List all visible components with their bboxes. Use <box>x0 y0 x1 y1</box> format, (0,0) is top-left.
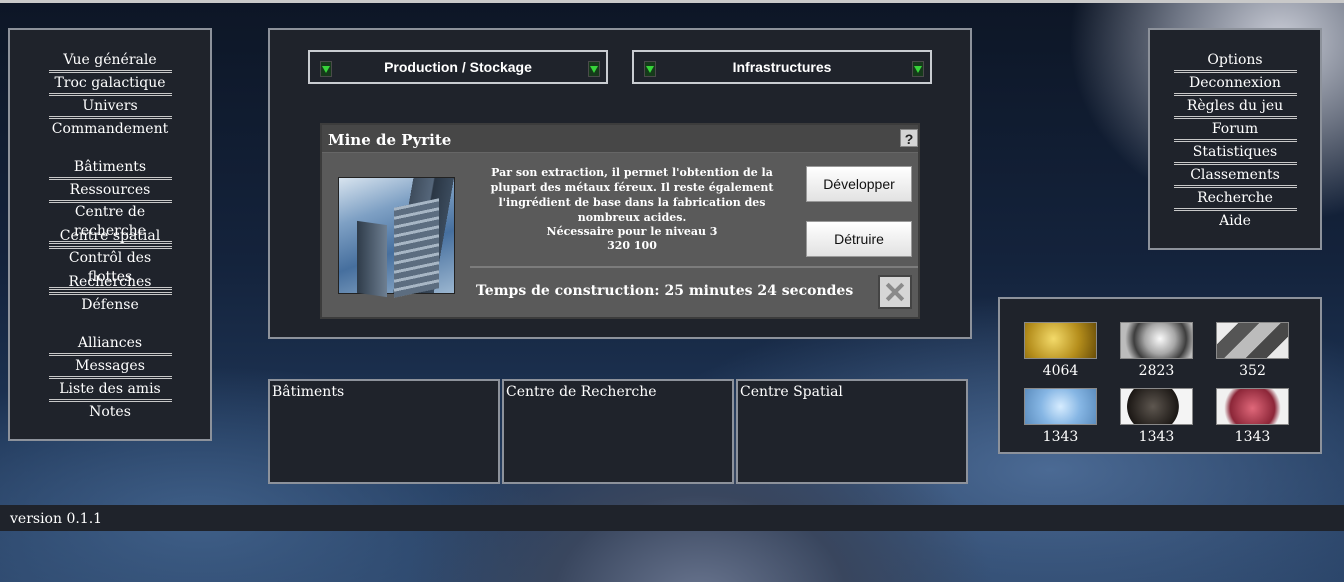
left-navigation: Vue générale Troc galactique Univers Com… <box>8 28 212 441</box>
dropdown-label: Production / Stockage <box>384 59 532 75</box>
queue-title: Bâtiments <box>272 384 345 400</box>
nav-recherche[interactable]: Recherche <box>1150 188 1320 211</box>
nav-controle-des-flottes[interactable]: Contrôl des flottes <box>10 249 210 290</box>
queue-centre-de-recherche: Centre de Recherche <box>502 379 734 484</box>
nav-centre-spatial[interactable]: Centre spatial <box>10 226 210 249</box>
nav-alliances[interactable]: Alliances <box>10 333 210 356</box>
resources-panel: 4064 2823 352 1343 1343 1343 <box>998 297 1322 454</box>
resource-coal: 1343 <box>1119 388 1194 445</box>
nav-commandement[interactable]: Commandement <box>10 119 210 142</box>
resource-silver: 2823 <box>1119 322 1194 379</box>
queue-title: Centre de Recherche <box>506 384 657 400</box>
resource-crystal: 1343 <box>1023 388 1098 445</box>
dropdown-arrow-icon <box>320 61 332 77</box>
nav-troc-galactique[interactable]: Troc galactique <box>10 73 210 96</box>
develop-button[interactable]: Développer <box>806 166 912 202</box>
queue-batiments: Bâtiments <box>268 379 500 484</box>
nav-recherches[interactable]: Recherches <box>10 272 210 295</box>
help-icon[interactable]: ? <box>900 129 918 147</box>
nav-statistiques[interactable]: Statistiques <box>1150 142 1320 165</box>
building-title: Mine de Pyrite <box>322 125 918 153</box>
coal-icon <box>1120 388 1193 425</box>
nav-deconnexion[interactable]: Deconnexion <box>1150 73 1320 96</box>
nav-gap <box>10 142 210 157</box>
nav-batiments[interactable]: Bâtiments <box>10 157 210 180</box>
gold-ore-icon <box>1024 322 1097 359</box>
queue-title: Centre Spatial <box>740 384 843 400</box>
cancel-icon[interactable] <box>878 275 912 309</box>
top-border <box>0 0 1344 3</box>
resource-value: 4064 <box>1042 363 1079 379</box>
nav-regles-du-jeu[interactable]: Règles du jeu <box>1150 96 1320 119</box>
right-navigation: Options Deconnexion Règles du jeu Forum … <box>1148 28 1322 250</box>
building-description: Par son extraction, il permet l'obtentio… <box>490 166 774 224</box>
nav-messages[interactable]: Messages <box>10 356 210 379</box>
resource-ruby: 1343 <box>1215 388 1290 445</box>
destroy-button[interactable]: Détruire <box>806 221 912 257</box>
resource-value: 1343 <box>1138 429 1175 445</box>
nav-options[interactable]: Options <box>1150 50 1320 73</box>
nav-ressources[interactable]: Ressources <box>10 180 210 203</box>
nav-notes[interactable]: Notes <box>10 402 210 425</box>
dropdown-arrow-icon <box>644 61 656 77</box>
requirement-label: Nécessaire pour le niveau 3 <box>546 225 718 238</box>
construction-time: Temps de construction: 25 minutes 24 sec… <box>476 283 854 299</box>
resource-gold: 4064 <box>1023 322 1098 379</box>
production-dropdown[interactable]: Production / Stockage <box>308 50 608 84</box>
queue-centre-spatial: Centre Spatial <box>736 379 968 484</box>
divider <box>470 266 918 268</box>
building-requirement: Nécessaire pour le niveau 3 320 100 <box>472 225 792 253</box>
nav-classements[interactable]: Classements <box>1150 165 1320 188</box>
resource-value: 352 <box>1239 363 1266 379</box>
version-bar: version 0.1.1 <box>0 505 1344 531</box>
nav-forum[interactable]: Forum <box>1150 119 1320 142</box>
nav-liste-des-amis[interactable]: Liste des amis <box>10 379 210 402</box>
resource-value: 1343 <box>1042 429 1079 445</box>
infrastructures-dropdown[interactable]: Infrastructures <box>632 50 932 84</box>
building-card: Mine de Pyrite ? Par son extraction, il … <box>320 123 920 319</box>
nav-centre-de-recherche[interactable]: Centre de recherche <box>10 203 210 244</box>
nav-vue-generale[interactable]: Vue générale <box>10 50 210 73</box>
dropdown-arrow-icon <box>912 61 924 77</box>
nav-defense[interactable]: Défense <box>10 295 210 318</box>
ruby-icon <box>1216 388 1289 425</box>
requirement-value: 320 100 <box>607 239 657 252</box>
silver-ore-icon <box>1120 322 1193 359</box>
resource-value: 2823 <box>1138 363 1175 379</box>
iron-ore-icon <box>1216 322 1289 359</box>
crystal-icon <box>1024 388 1097 425</box>
dropdown-arrow-icon <box>588 61 600 77</box>
resource-value: 1343 <box>1234 429 1271 445</box>
building-image <box>338 177 455 294</box>
nav-aide[interactable]: Aide <box>1150 211 1320 234</box>
dropdown-label: Infrastructures <box>732 59 832 75</box>
nav-univers[interactable]: Univers <box>10 96 210 119</box>
resource-iron: 352 <box>1215 322 1290 379</box>
nav-gap <box>10 318 210 333</box>
main-panel: Production / Stockage Infrastructures Mi… <box>268 28 972 339</box>
